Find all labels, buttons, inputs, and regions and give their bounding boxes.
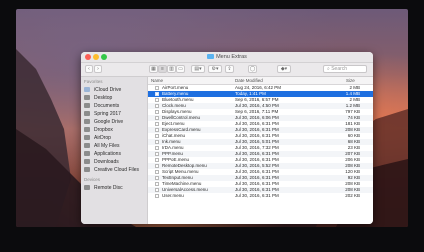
sidebar-item-icloud-drive[interactable]: iCloud Drive xyxy=(84,86,146,94)
sidebar-item-applications[interactable]: Applications xyxy=(84,150,146,158)
menu-file-icon xyxy=(155,140,159,144)
gallery-view-button[interactable]: ▭ xyxy=(176,65,185,73)
column-header-name[interactable]: Name xyxy=(151,77,163,84)
toolbar: ‹ › ▦ ≡ ▥ ▭ ▤▾ ⚙▾ ⇪ ◯ ◆▾ ⌕ Search xyxy=(81,63,373,77)
arrange-icon: ▤▾ xyxy=(194,66,202,72)
search-placeholder: Search xyxy=(331,66,348,72)
sidebar-item-spring-2017[interactable]: Spring 2017 xyxy=(84,110,146,118)
sidebar-devices-header: Devices xyxy=(84,177,101,182)
grid-view-icon: ▦ xyxy=(151,66,156,72)
menu-file-icon xyxy=(155,164,159,168)
column-header-date-modified[interactable]: Date Modified xyxy=(235,77,263,84)
menu-file-icon xyxy=(155,158,159,162)
gear-icon: ⚙▾ xyxy=(211,66,219,72)
document-icon xyxy=(84,102,90,108)
airdrop-icon xyxy=(84,134,90,140)
tag-button[interactable]: ◯ xyxy=(248,65,257,73)
disc-icon xyxy=(84,184,90,190)
icon-view-button[interactable]: ▦ xyxy=(149,65,158,73)
desktop-icon xyxy=(84,94,90,100)
forward-button[interactable]: › xyxy=(94,65,102,73)
menu-file-icon xyxy=(155,92,159,96)
menu-file-icon xyxy=(155,116,159,120)
tag-icon: ◯ xyxy=(249,66,256,72)
sidebar-item-label: Documents xyxy=(94,103,120,109)
window-title-text: Menu Extras xyxy=(216,54,247,60)
action-button[interactable]: ⚙▾ xyxy=(208,65,222,73)
dropbox-icon: ◆▾ xyxy=(280,66,288,72)
sidebar-item-label: iCloud Drive xyxy=(94,87,122,93)
file-list: Name Date Modified Size AirPort.menu Aug … xyxy=(148,77,373,224)
column-view-button[interactable]: ▥ xyxy=(167,65,176,73)
sidebar-item-label: Desktop xyxy=(94,95,113,101)
column-view-icon: ▥ xyxy=(169,66,174,72)
applications-icon xyxy=(84,150,90,156)
sidebar-item-label: Google Drive xyxy=(94,119,124,125)
file-name: User.menu xyxy=(162,193,184,198)
sidebar-item-label: AirDrop xyxy=(94,135,111,141)
sidebar-item-label: Downloads xyxy=(94,159,119,165)
creative-cloud-icon xyxy=(84,166,90,172)
menu-file-icon xyxy=(155,194,159,198)
menu-file-icon xyxy=(155,134,159,138)
downloads-icon xyxy=(84,158,90,164)
desktop-wallpaper: Menu Extras ‹ › ▦ ≡ ▥ ▭ ▤▾ ⚙▾ ⇪ ◯ ◆▾ ⌕ S… xyxy=(16,9,408,227)
share-icon: ⇪ xyxy=(227,66,232,72)
sidebar-item-documents[interactable]: Documents xyxy=(84,102,146,110)
dropbox-icon xyxy=(84,126,90,132)
column-header-size[interactable]: Size xyxy=(346,77,355,84)
menu-file-icon xyxy=(155,86,159,90)
all-files-icon xyxy=(84,142,90,148)
sidebar-item-label: All My Files xyxy=(94,143,120,149)
file-row[interactable]: User.menu Jul 30, 2016, 6:31 PM 202 KB xyxy=(148,193,373,199)
arrange-button[interactable]: ▤▾ xyxy=(191,65,205,73)
list-view-button[interactable]: ≡ xyxy=(158,65,167,73)
menu-file-icon xyxy=(155,110,159,114)
folder-icon xyxy=(84,110,90,116)
sidebar-item-label: Dropbox xyxy=(94,127,113,133)
sidebar-item-label: Spring 2017 xyxy=(94,111,121,117)
menu-file-icon xyxy=(155,122,159,126)
sidebar: Favorites iCloud Drive Desktop Documents… xyxy=(81,77,148,224)
dropbox-button[interactable]: ◆▾ xyxy=(277,65,291,73)
back-button[interactable]: ‹ xyxy=(85,65,93,73)
sidebar-item-google-drive[interactable]: Google Drive xyxy=(84,118,146,126)
search-field[interactable]: ⌕ Search xyxy=(323,65,367,73)
sidebar-item-label: Applications xyxy=(94,151,121,157)
menu-file-icon xyxy=(155,104,159,108)
menu-file-icon xyxy=(155,152,159,156)
menu-file-icon xyxy=(155,170,159,174)
chevron-right-icon: › xyxy=(97,66,99,72)
title-bar: Menu Extras xyxy=(81,52,373,63)
sidebar-item-label: Creative Cloud Files xyxy=(94,167,140,173)
list-view-icon: ≡ xyxy=(161,66,164,72)
menu-file-icon xyxy=(155,188,159,192)
sidebar-item-desktop[interactable]: Desktop xyxy=(84,94,146,102)
chevron-left-icon: ‹ xyxy=(88,66,90,72)
menu-file-icon xyxy=(155,176,159,180)
sidebar-item-downloads[interactable]: Downloads xyxy=(84,158,146,166)
column-header-row: Name Date Modified Size xyxy=(148,77,373,85)
window-title: Menu Extras xyxy=(81,53,373,61)
folder-icon xyxy=(207,54,215,59)
google-drive-icon xyxy=(84,118,90,124)
sidebar-item-remote-disc[interactable]: Remote Disc xyxy=(84,184,146,192)
gallery-view-icon: ▭ xyxy=(178,66,183,72)
sidebar-item-airdrop[interactable]: AirDrop xyxy=(84,134,146,142)
menu-file-icon xyxy=(155,146,159,150)
file-date-modified: Jul 30, 2016, 6:31 PM xyxy=(235,193,279,198)
search-icon: ⌕ xyxy=(327,66,330,72)
sidebar-favorites-header: Favorites xyxy=(84,79,103,84)
sidebar-item-dropbox[interactable]: Dropbox xyxy=(84,126,146,134)
menu-file-icon xyxy=(155,128,159,132)
finder-window: Menu Extras ‹ › ▦ ≡ ▥ ▭ ▤▾ ⚙▾ ⇪ ◯ ◆▾ ⌕ S… xyxy=(81,52,373,224)
share-button[interactable]: ⇪ xyxy=(225,65,234,73)
cloud-icon xyxy=(84,86,90,92)
sidebar-item-label: Remote Disc xyxy=(94,185,123,191)
menu-file-icon xyxy=(155,182,159,186)
file-size: 202 KB xyxy=(345,193,360,198)
sidebar-item-creative-cloud-files[interactable]: Creative Cloud Files xyxy=(84,166,146,174)
sidebar-item-all-my-files[interactable]: All My Files xyxy=(84,142,146,150)
menu-file-icon xyxy=(155,98,159,102)
